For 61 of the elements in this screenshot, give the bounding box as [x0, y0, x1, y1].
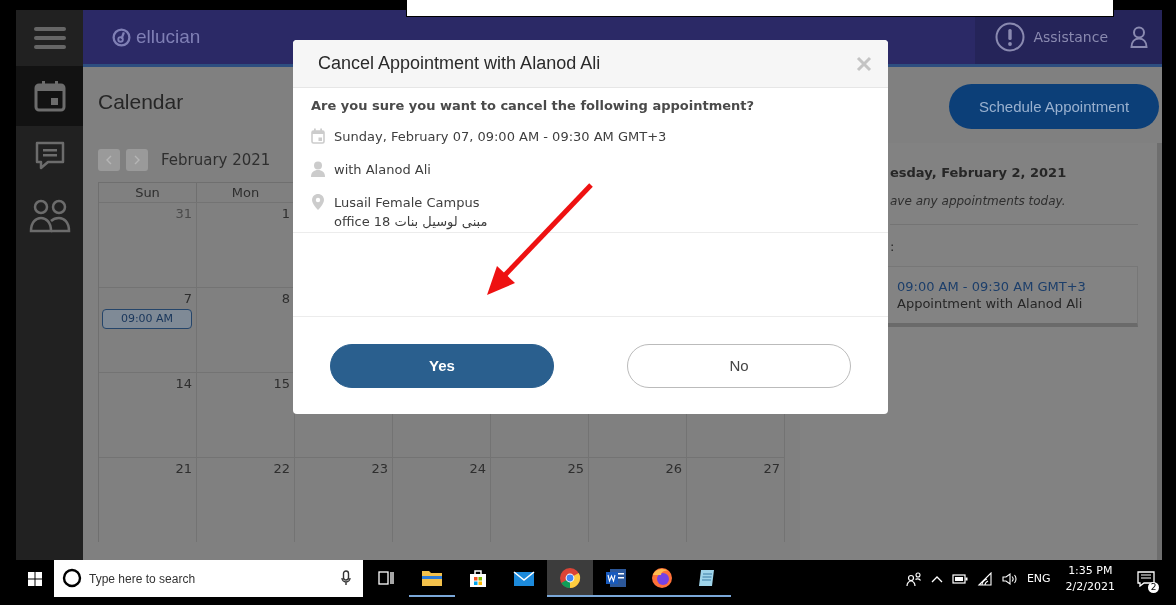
calendar-icon	[311, 128, 325, 144]
close-icon	[856, 55, 872, 72]
browser-icon	[558, 565, 582, 590]
logo-text: ellucian	[136, 26, 201, 48]
fox-globe-icon	[650, 565, 674, 590]
chevron-right-icon	[134, 155, 140, 165]
dialog-title: Cancel Appointment with Alanod Ali	[318, 53, 601, 74]
location-pin-icon	[312, 194, 324, 210]
detail-text: Sunday, February 07, 09:00 AM - 09:30 AM GMT+3	[334, 128, 667, 146]
taskbar-app[interactable]	[547, 560, 593, 597]
day-number: 23	[370, 461, 388, 476]
search-icon	[62, 568, 82, 588]
detail-text: with Alanod Ali	[334, 161, 431, 179]
notification-count: 2	[1148, 581, 1159, 593]
clock[interactable]: 1:35 PM 2/2/2021	[1059, 562, 1121, 595]
task-view-icon	[378, 569, 394, 586]
month-label: February 2021	[161, 151, 271, 169]
search-field[interactable]: Type here to search	[54, 560, 363, 597]
schedule-appointment-button[interactable]: Schedule Appointment	[949, 84, 1159, 129]
person-icon	[311, 161, 325, 177]
detail-text: office 18 مبنى لوسيل بنات	[334, 213, 488, 231]
day-number: 24	[468, 461, 486, 476]
weekday-header: Sun	[99, 182, 197, 202]
day-number: 7	[182, 291, 192, 306]
sidebar-item[interactable]	[16, 66, 83, 126]
day-number: 26	[664, 461, 682, 476]
appointment-title: Appointment with Alanod Ali	[897, 296, 1084, 311]
yes-button[interactable]: Yes	[330, 343, 554, 388]
scrollbar[interactable]	[1157, 143, 1162, 560]
day-number: 22	[272, 461, 290, 476]
alert-icon	[995, 22, 1026, 52]
chevron-left-icon	[106, 155, 112, 165]
day-number: 27	[762, 461, 780, 476]
section-label: :	[890, 239, 896, 254]
user-icon[interactable]	[1130, 26, 1148, 48]
speaker-icon[interactable]	[1001, 571, 1018, 586]
no-appointments-note: ave any appointments today.	[890, 194, 1138, 225]
menu-icon	[33, 26, 66, 50]
people-icon[interactable]	[905, 570, 922, 587]
day-number: 21	[174, 461, 192, 476]
day-number: 15	[272, 376, 290, 391]
detail-text: Lusail Female Campus	[334, 194, 481, 212]
microphone-icon	[341, 570, 351, 586]
chevron-up-icon[interactable]	[930, 574, 943, 583]
appointment-time: 09:00 AM - 09:30 AM GMT+3	[897, 279, 1087, 294]
day-number: 1	[280, 206, 290, 221]
notifications-button[interactable]: 2	[1130, 562, 1162, 595]
no-button[interactable]: No	[627, 343, 851, 388]
day-number: 25	[566, 461, 584, 476]
calendar-event[interactable]: 09:00 AM	[102, 309, 192, 329]
page-title: Calendar	[98, 90, 184, 114]
battery-icon[interactable]	[951, 573, 968, 584]
calendar-icon	[33, 79, 66, 113]
day-heading: esday, February 2, 2021	[890, 165, 1068, 180]
day-number: 8	[280, 291, 290, 306]
language-indicator[interactable]: ENG	[1026, 572, 1051, 585]
people-icon	[27, 199, 72, 233]
dialog-question: Are you sure you want to cancel the following appointment?	[311, 98, 756, 113]
windows-icon	[28, 571, 42, 586]
day-number: 14	[174, 376, 192, 391]
logo-icon	[112, 27, 131, 47]
